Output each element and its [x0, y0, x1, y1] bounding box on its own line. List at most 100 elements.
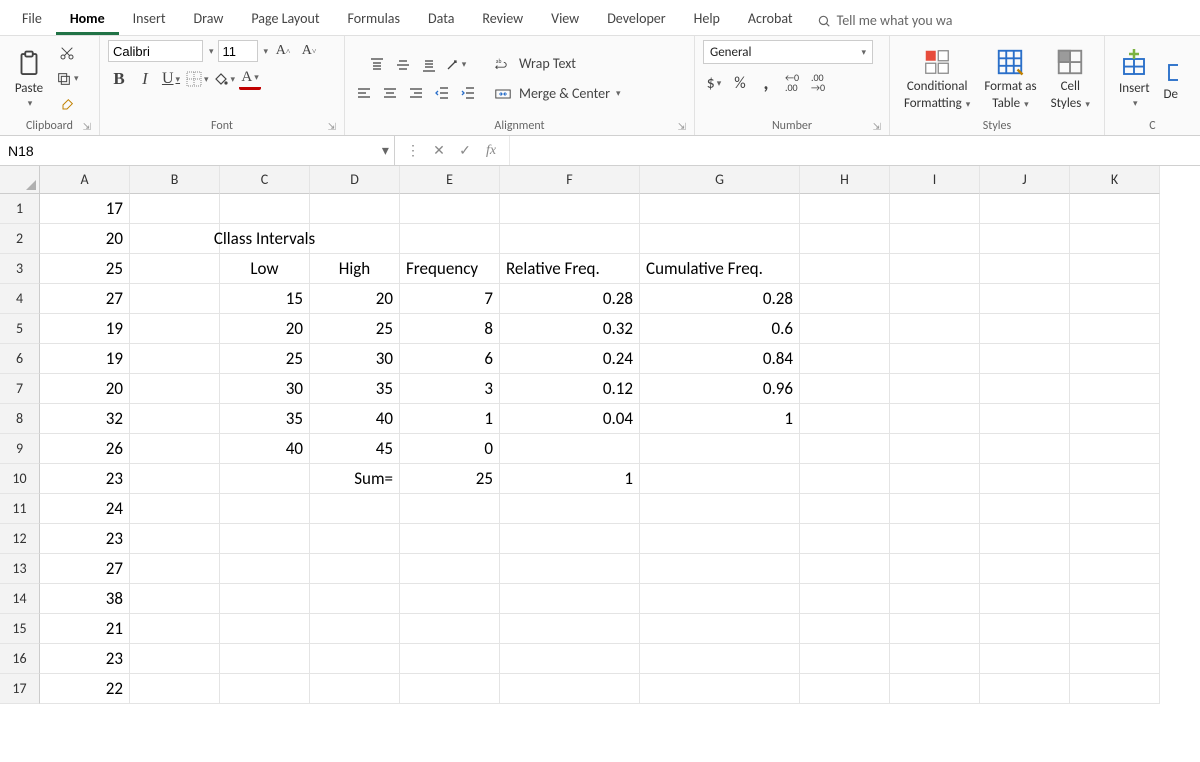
cell-D15[interactable]	[310, 614, 400, 644]
more-options-icon[interactable]: ⋮	[403, 142, 423, 159]
cell-A14[interactable]: 38	[40, 584, 130, 614]
cell-A13[interactable]: 27	[40, 554, 130, 584]
cell-D16[interactable]	[310, 644, 400, 674]
increase-indent-button[interactable]	[457, 82, 479, 104]
cell-E2[interactable]	[400, 224, 500, 254]
cell-B7[interactable]	[130, 374, 220, 404]
chevron-down-icon[interactable]: ▾	[209, 46, 214, 57]
cell-H5[interactable]	[800, 314, 890, 344]
cell-E7[interactable]: 3	[400, 374, 500, 404]
name-box[interactable]	[0, 136, 377, 165]
cell-F15[interactable]	[500, 614, 640, 644]
formula-input[interactable]	[510, 136, 1200, 165]
row-header-3[interactable]: 3	[0, 254, 40, 284]
bold-button[interactable]: B	[108, 68, 130, 90]
cell-E3[interactable]: Frequency	[400, 254, 500, 284]
cell-H7[interactable]	[800, 374, 890, 404]
cell-K12[interactable]	[1070, 524, 1160, 554]
column-header-D[interactable]: D	[310, 166, 400, 194]
tab-developer[interactable]: Developer	[593, 4, 679, 35]
tab-review[interactable]: Review	[468, 4, 537, 35]
decrease-font-button[interactable]: A˅	[298, 40, 320, 62]
cell-B11[interactable]	[130, 494, 220, 524]
cell-K15[interactable]	[1070, 614, 1160, 644]
cell-G8[interactable]: 1	[640, 404, 800, 434]
tab-help[interactable]: Help	[680, 4, 734, 35]
cell-H11[interactable]	[800, 494, 890, 524]
cell-H9[interactable]	[800, 434, 890, 464]
cell-E4[interactable]: 7	[400, 284, 500, 314]
insert-function-button[interactable]: fx	[481, 143, 501, 159]
cell-I11[interactable]	[890, 494, 980, 524]
cell-A5[interactable]: 19	[40, 314, 130, 344]
borders-button[interactable]: ▾	[186, 68, 209, 90]
align-middle-button[interactable]	[392, 54, 414, 76]
cell-H13[interactable]	[800, 554, 890, 584]
cell-E10[interactable]: 25	[400, 464, 500, 494]
cell-A7[interactable]: 20	[40, 374, 130, 404]
tab-formulas[interactable]: Formulas	[334, 4, 414, 35]
increase-font-button[interactable]: A˄	[272, 40, 294, 62]
column-header-E[interactable]: E	[400, 166, 500, 194]
cell-C5[interactable]: 20	[220, 314, 310, 344]
cell-C16[interactable]	[220, 644, 310, 674]
tab-view[interactable]: View	[537, 4, 593, 35]
percent-format-button[interactable]: %	[729, 72, 751, 94]
cell-K16[interactable]	[1070, 644, 1160, 674]
cell-G4[interactable]: 0.28	[640, 284, 800, 314]
cell-J7[interactable]	[980, 374, 1070, 404]
cell-K8[interactable]	[1070, 404, 1160, 434]
cell-B14[interactable]	[130, 584, 220, 614]
tab-insert[interactable]: Insert	[119, 4, 180, 35]
cell-C11[interactable]	[220, 494, 310, 524]
cell-I3[interactable]	[890, 254, 980, 284]
cell-C2[interactable]: Cllass Intervals	[220, 224, 310, 254]
row-header-5[interactable]: 5	[0, 314, 40, 344]
cell-A9[interactable]: 26	[40, 434, 130, 464]
tab-page-layout[interactable]: Page Layout	[237, 4, 333, 35]
row-header-13[interactable]: 13	[0, 554, 40, 584]
cell-J13[interactable]	[980, 554, 1070, 584]
dialog-launcher-icon[interactable]: ⇲	[83, 120, 91, 133]
cell-J9[interactable]	[980, 434, 1070, 464]
copy-button[interactable]: ▾	[56, 68, 79, 90]
cell-F5[interactable]: 0.32	[500, 314, 640, 344]
cell-J10[interactable]	[980, 464, 1070, 494]
cell-G10[interactable]	[640, 464, 800, 494]
cell-K17[interactable]	[1070, 674, 1160, 704]
conditional-formatting-button[interactable]: Conditional Formatting ▾	[898, 45, 976, 113]
cell-G15[interactable]	[640, 614, 800, 644]
cell-K2[interactable]	[1070, 224, 1160, 254]
cell-E14[interactable]	[400, 584, 500, 614]
cell-F17[interactable]	[500, 674, 640, 704]
row-header-16[interactable]: 16	[0, 644, 40, 674]
cell-I17[interactable]	[890, 674, 980, 704]
cell-I1[interactable]	[890, 194, 980, 224]
cell-G1[interactable]	[640, 194, 800, 224]
cell-J1[interactable]	[980, 194, 1070, 224]
cell-A1[interactable]: 17	[40, 194, 130, 224]
cell-D14[interactable]	[310, 584, 400, 614]
select-all-corner[interactable]	[0, 166, 40, 194]
cell-H6[interactable]	[800, 344, 890, 374]
decrease-indent-button[interactable]	[431, 82, 453, 104]
cell-F9[interactable]	[500, 434, 640, 464]
cell-I12[interactable]	[890, 524, 980, 554]
paste-button[interactable]: Paste ▾	[8, 47, 50, 111]
cell-F14[interactable]	[500, 584, 640, 614]
underline-button[interactable]: U▾	[160, 68, 182, 90]
row-header-15[interactable]: 15	[0, 614, 40, 644]
cell-G3[interactable]: Cumulative Freq.	[640, 254, 800, 284]
cell-G6[interactable]: 0.84	[640, 344, 800, 374]
fill-color-button[interactable]: ▾	[213, 68, 236, 90]
cells-area[interactable]: 1720Cllass Intervals25LowHighFrequencyRe…	[40, 194, 1200, 704]
cell-H2[interactable]	[800, 224, 890, 254]
cell-G14[interactable]	[640, 584, 800, 614]
cell-B2[interactable]	[130, 224, 220, 254]
cell-F10[interactable]: 1	[500, 464, 640, 494]
decrease-decimal-button[interactable]: .00→0	[807, 72, 829, 94]
cell-H10[interactable]	[800, 464, 890, 494]
cell-D8[interactable]: 40	[310, 404, 400, 434]
cell-J11[interactable]	[980, 494, 1070, 524]
cell-D6[interactable]: 30	[310, 344, 400, 374]
